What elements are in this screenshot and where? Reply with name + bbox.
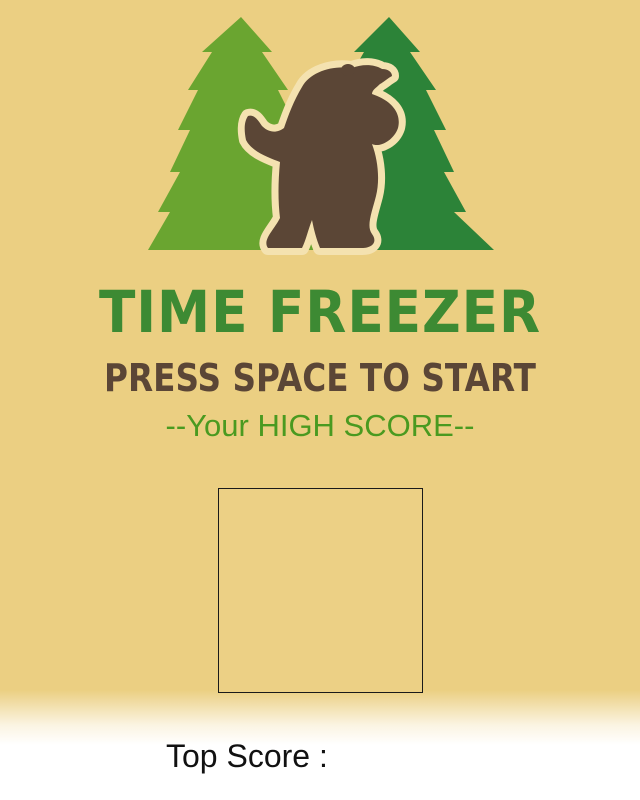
high-score-heading: --Your HIGH SCORE-- [165, 408, 475, 443]
top-score-row: Top Score : [166, 734, 336, 778]
game-title: TIME FREEZER [98, 278, 542, 346]
top-score-label: Top Score : [166, 738, 328, 774]
high-score-box [218, 488, 423, 693]
bear-ear [341, 64, 355, 76]
start-prompt: PRESS SPACE TO START [104, 356, 536, 400]
game-screen[interactable]: TIME FREEZER PRESS SPACE TO START --Your… [0, 0, 640, 800]
bear-trees-logo [148, 17, 494, 255]
